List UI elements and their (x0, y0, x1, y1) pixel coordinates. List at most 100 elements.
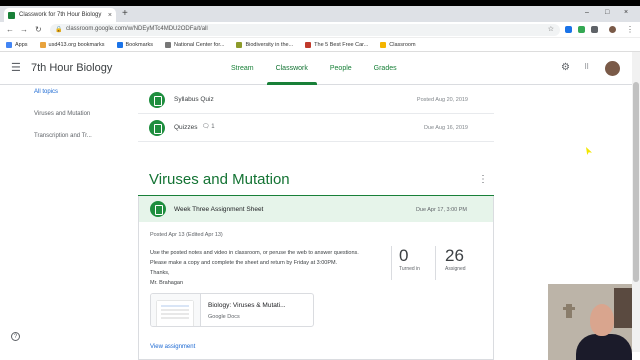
bookmark-item[interactable]: Classroom (380, 41, 416, 48)
user-avatar[interactable] (605, 61, 620, 76)
instruction-line: Please make a copy and complete the shee… (150, 260, 338, 266)
extension-icon[interactable] (565, 26, 572, 33)
assigned-label: Assigned (445, 266, 466, 272)
bookmark-item[interactable]: National Center for... (165, 41, 225, 48)
bookmark-icon (39, 41, 46, 48)
wall-cross (563, 304, 575, 318)
turned-in-stat[interactable]: 0 Turned in (399, 246, 420, 272)
settings-gear-icon[interactable]: ⚙ (561, 63, 570, 73)
instruction-line: Use the posted notes and video in classr… (150, 250, 359, 256)
assignment-card: Week Three Assignment Sheet Due Apr 17, … (138, 196, 494, 360)
mouse-cursor-icon (586, 147, 592, 155)
item-date: Posted Aug 20, 2019 (416, 97, 468, 103)
webcam-shelf (614, 288, 632, 328)
turned-in-count: 0 (399, 246, 409, 265)
topic-transcription[interactable]: Transcription and Tr... (34, 133, 92, 139)
classwork-item-quizzes[interactable]: Quizzes 🗨 1 Due Aug 16, 2019 (138, 116, 494, 142)
tab-classwork[interactable]: Classwork (265, 52, 319, 85)
hamburger-menu-icon[interactable]: ☰ (11, 63, 21, 74)
topic-all-topics[interactable]: All topics (34, 89, 92, 95)
browser-tab-title: Classwork for 7th Hour Biology (19, 12, 102, 18)
item-title: Syllabus Quiz (174, 96, 214, 103)
view-assignment-link[interactable]: View assignment (150, 344, 195, 350)
reload-button[interactable]: ↻ (35, 25, 42, 34)
stat-divider (435, 246, 436, 280)
attachment-type: Google Docs (208, 314, 240, 320)
bookmark-item[interactable]: Apps (6, 41, 28, 48)
webcam-overlay (548, 284, 632, 360)
profile-avatar-icon[interactable] (609, 26, 616, 33)
stat-divider (391, 246, 392, 280)
item-title: Quizzes (174, 124, 198, 131)
bookmark-icon (380, 41, 387, 48)
bookmark-label: The 5 Best Free Car... (314, 41, 369, 48)
tab-grades[interactable]: Grades (363, 52, 408, 85)
more-options-icon[interactable]: ⋮ (478, 174, 488, 185)
help-icon[interactable]: ? (11, 332, 20, 341)
tab-stream[interactable]: Stream (220, 52, 265, 85)
assignment-posted-date: Posted Apr 13 (Edited Apr 13) (150, 232, 223, 238)
close-tab-icon[interactable]: × (108, 12, 112, 19)
assigned-count: 26 (445, 246, 464, 265)
instruction-line: Thanks, (150, 270, 170, 276)
assignment-stats: 0 Turned in 26 Assigned (391, 246, 481, 280)
forward-button[interactable]: → (20, 25, 28, 34)
bookmark-label: Bookmarks (125, 41, 154, 48)
new-tab-button[interactable]: + (122, 9, 128, 19)
bookmark-icon (165, 41, 172, 48)
browser-menu-icon[interactable]: ⋮ (626, 25, 634, 34)
bookmark-label: Classroom (389, 41, 416, 48)
assignment-icon (150, 201, 166, 217)
attachment-card[interactable]: Biology: Viruses & Mutati... Google Docs (150, 293, 314, 327)
scrollbar-thumb[interactable] (633, 82, 639, 282)
classroom-header: ☰ 7th Hour Biology Stream Classwork Peop… (0, 52, 632, 85)
classwork-item-syllabus-quiz[interactable]: Syllabus Quiz Posted Aug 20, 2019 (138, 88, 494, 114)
url-input[interactable]: 🔒 classroom.google.com/w/NDEyMTc4MDU2ODF… (50, 24, 560, 36)
back-button[interactable]: ← (6, 25, 14, 34)
topic-section-title: Viruses and Mutation (149, 171, 290, 188)
presenter-head (590, 304, 614, 336)
class-name[interactable]: 7th Hour Biology (31, 62, 112, 74)
bookmark-icon (116, 41, 123, 48)
bookmark-item[interactable]: Bookmarks (116, 41, 154, 48)
bookmark-label: National Center for... (174, 41, 225, 48)
minimize-button[interactable]: – (585, 9, 589, 16)
assignment-title: Week Three Assignment Sheet (174, 206, 264, 213)
bookmark-icon (305, 41, 312, 48)
bookmark-icon (6, 41, 12, 48)
bookmarks-bar: Apps usd413.org bookmarks Bookmarks Nationa… (0, 38, 640, 52)
lock-icon: 🔒 (55, 27, 63, 33)
bookmark-star-icon[interactable]: ☆ (548, 25, 554, 33)
bookmark-item[interactable]: The 5 Best Free Car... (305, 41, 369, 48)
assignment-instructions: Use the posted notes and video in classr… (150, 248, 390, 288)
assignment-icon (149, 120, 165, 136)
attachment-name: Biology: Viruses & Mutati... (208, 302, 286, 309)
assignment-due-date: Due Apr 17, 3:00 PM (415, 207, 467, 213)
page-scrollbar[interactable] (632, 52, 640, 352)
classroom-favicon-icon (8, 11, 15, 19)
bookmark-item[interactable]: usd413.org bookmarks (39, 41, 105, 48)
maximize-button[interactable]: □ (605, 9, 609, 16)
browser-tab[interactable]: Classwork for 7th Hour Biology × (4, 8, 116, 22)
close-window-button[interactable]: × (624, 9, 628, 16)
comment-count: 🗨 1 (202, 124, 215, 130)
assignment-card-header[interactable]: Week Three Assignment Sheet Due Apr 17, … (139, 196, 493, 222)
bookmark-label: Apps (15, 41, 28, 48)
class-nav-tabs: Stream Classwork People Grades (220, 52, 408, 85)
extension-icon[interactable] (578, 26, 585, 33)
google-apps-icon[interactable]: ⠿ (584, 63, 589, 73)
presenter-shirt (576, 334, 632, 360)
extension-icon[interactable] (591, 26, 598, 33)
topic-viruses-and-mutation[interactable]: Viruses and Mutation (34, 111, 92, 117)
tab-people[interactable]: People (319, 52, 363, 85)
assigned-stat[interactable]: 26 Assigned (445, 246, 466, 272)
bookmark-label: usd413.org bookmarks (48, 41, 105, 48)
address-bar-row: ← → ↻ 🔒 classroom.google.com/w/NDEyMTc4M… (0, 22, 640, 38)
assignment-icon (149, 92, 165, 108)
url-text: classroom.google.com/w/NDEyMTc4MDU2ODFa/… (66, 26, 208, 32)
attachment-thumbnail (151, 294, 201, 326)
comment-count-value: 1 (211, 124, 215, 130)
bookmark-label: Biodiversity in the... (245, 41, 294, 48)
bookmark-item[interactable]: Biodiversity in the... (236, 41, 294, 48)
turned-in-label: Turned in (399, 266, 420, 272)
